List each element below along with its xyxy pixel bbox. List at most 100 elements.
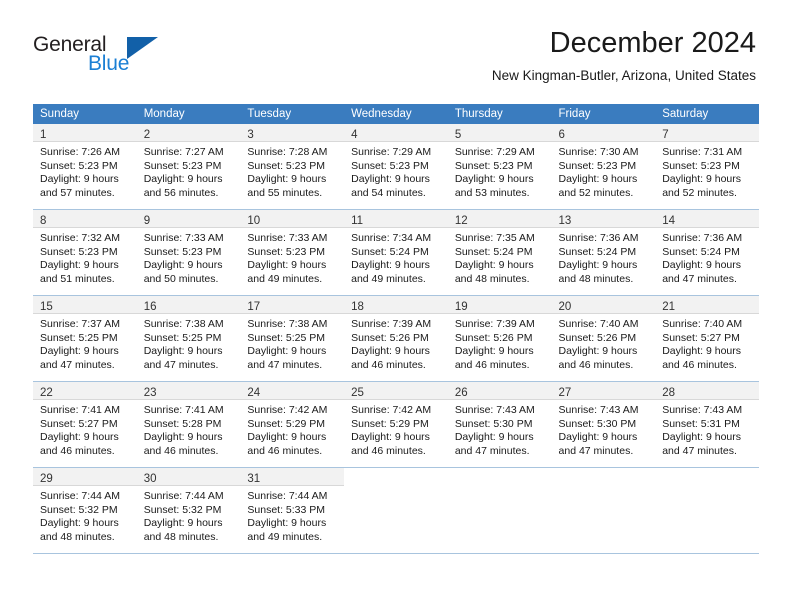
calendar-day-cell[interactable]: 26 Sunrise: 7:43 AM Sunset: 5:30 PM Dayligh… xyxy=(447,381,552,468)
daylight-text-line2: and 47 minutes. xyxy=(662,444,737,457)
day-number: 12 xyxy=(454,215,468,227)
sunset-text: Sunset: 5:23 PM xyxy=(40,159,118,172)
day-number: 30 xyxy=(143,473,157,485)
day-sun-info: Sunrise: 7:35 AM Sunset: 5:24 PM Daylight:… xyxy=(447,227,552,286)
sunset-text: Sunset: 5:23 PM xyxy=(247,159,326,172)
calendar-week-row: 15 Sunrise: 7:37 AM Sunset: 5:25 PM Dayligh… xyxy=(33,295,759,382)
calendar-day-cell[interactable]: 31 Sunrise: 7:44 AM Sunset: 5:33 PM Dayligh… xyxy=(240,467,345,554)
calendar-day-cell[interactable]: 30 Sunrise: 7:44 AM Sunset: 5:32 PM Dayligh… xyxy=(136,467,241,554)
day-number: 15 xyxy=(40,301,53,313)
day-sun-info: Sunrise: 7:36 AM Sunset: 5:24 PM Daylight:… xyxy=(551,227,656,286)
day-number: 24 xyxy=(247,387,261,399)
weekday-header-wednesday: Wednesday xyxy=(344,104,448,124)
calendar-day-cell[interactable]: 25 Sunrise: 7:42 AM Sunset: 5:29 PM Dayligh… xyxy=(344,381,448,468)
daylight-text-line1: Daylight: 9 hours xyxy=(351,173,430,186)
weekday-header-thursday: Thursday xyxy=(447,104,552,124)
calendar-day-cell[interactable]: 3 Sunrise: 7:28 AM Sunset: 5:23 PM Daylight… xyxy=(240,124,345,210)
day-number-row: 18 xyxy=(344,296,448,313)
daylight-text-line1: Daylight: 9 hours xyxy=(558,345,638,358)
day-number-row: 30 xyxy=(136,468,241,485)
calendar-day-cell[interactable]: 4 Sunrise: 7:29 AM Sunset: 5:23 PM Daylight… xyxy=(344,124,448,210)
weekday-header-sunday: Sunday xyxy=(33,104,137,124)
calendar-day-cell[interactable]: 15 Sunrise: 7:37 AM Sunset: 5:25 PM Dayligh… xyxy=(33,295,137,382)
calendar-day-cell[interactable]: 16 Sunrise: 7:38 AM Sunset: 5:25 PM Dayligh… xyxy=(136,295,241,382)
sunrise-text: Sunrise: 7:37 AM xyxy=(40,318,120,330)
daylight-text-line2: and 49 minutes. xyxy=(247,530,323,543)
calendar-day-cell[interactable]: 7 Sunrise: 7:31 AM Sunset: 5:23 PM Daylight… xyxy=(655,124,759,210)
calendar-day-cell[interactable]: 21 Sunrise: 7:40 AM Sunset: 5:27 PM Dayligh… xyxy=(655,295,759,382)
generalblue-logo[interactable]: General Blue xyxy=(33,33,253,79)
weekday-header-tuesday: Tuesday xyxy=(240,104,345,124)
daylight-text-line2: and 46 minutes. xyxy=(143,444,219,457)
calendar-day-cell[interactable]: 2 Sunrise: 7:27 AM Sunset: 5:23 PM Daylight… xyxy=(136,124,241,210)
sunset-text: Sunset: 5:30 PM xyxy=(454,417,533,430)
day-number: 22 xyxy=(40,387,53,399)
daylight-text-line2: and 48 minutes. xyxy=(454,272,530,285)
daylight-text-line1: Daylight: 9 hours xyxy=(247,517,327,530)
sunrise-text: Sunrise: 7:40 AM xyxy=(662,318,743,330)
calendar-day-cell[interactable]: 9 Sunrise: 7:33 AM Sunset: 5:23 PM Daylight… xyxy=(136,209,241,296)
calendar-day-cell[interactable]: 19 Sunrise: 7:39 AM Sunset: 5:26 PM Dayligh… xyxy=(447,295,552,382)
day-number: 4 xyxy=(351,129,358,141)
calendar-day-cell[interactable]: 27 Sunrise: 7:43 AM Sunset: 5:30 PM Dayligh… xyxy=(551,381,656,468)
calendar-day-cell[interactable]: 14 Sunrise: 7:36 AM Sunset: 5:24 PM Dayligh… xyxy=(655,209,759,296)
day-number: 16 xyxy=(143,301,157,313)
daylight-text-line1: Daylight: 9 hours xyxy=(247,431,327,444)
sunset-text: Sunset: 5:29 PM xyxy=(351,417,429,430)
calendar-day-cell[interactable]: 5 Sunrise: 7:29 AM Sunset: 5:23 PM Daylight… xyxy=(447,124,552,210)
day-cell-body: 30 Sunrise: 7:44 AM Sunset: 5:32 PM Dayligh… xyxy=(136,468,241,553)
calendar-day-cell[interactable]: 8 Sunrise: 7:32 AM Sunset: 5:23 PM Daylight… xyxy=(33,209,137,296)
day-number: 7 xyxy=(662,129,669,141)
daylight-text-line1: Daylight: 9 hours xyxy=(143,173,223,186)
day-sun-info: Sunrise: 7:38 AM Sunset: 5:25 PM Daylight:… xyxy=(240,313,345,372)
daylight-text-line1: Daylight: 9 hours xyxy=(143,517,223,530)
sunset-text: Sunset: 5:26 PM xyxy=(351,331,429,344)
day-number-row: 13 xyxy=(551,210,656,227)
sunset-text: Sunset: 5:29 PM xyxy=(247,417,326,430)
calendar-day-cell[interactable]: 18 Sunrise: 7:39 AM Sunset: 5:26 PM Dayligh… xyxy=(344,295,448,382)
calendar-day-cell[interactable]: 23 Sunrise: 7:41 AM Sunset: 5:28 PM Dayligh… xyxy=(136,381,241,468)
daylight-text-line2: and 51 minutes. xyxy=(40,272,115,285)
daylight-text-line1: Daylight: 9 hours xyxy=(40,345,119,358)
day-sun-info: Sunrise: 7:31 AM Sunset: 5:23 PM Daylight:… xyxy=(655,141,759,200)
day-number-row: 14 xyxy=(655,210,759,227)
day-number: 29 xyxy=(40,473,53,485)
calendar-day-cell[interactable]: 28 Sunrise: 7:43 AM Sunset: 5:31 PM Dayligh… xyxy=(655,381,759,468)
day-number: 20 xyxy=(558,301,572,313)
day-number-row: 9 xyxy=(136,210,241,227)
day-number: 5 xyxy=(454,129,462,141)
day-sun-info: Sunrise: 7:41 AM Sunset: 5:28 PM Daylight:… xyxy=(136,399,241,458)
day-number: 21 xyxy=(662,301,676,313)
location-subtitle: New Kingman-Butler, Arizona, United Stat… xyxy=(491,68,756,83)
sunrise-text: Sunrise: 7:38 AM xyxy=(247,318,328,330)
day-number-row: 12 xyxy=(447,210,552,227)
day-number: 13 xyxy=(558,215,572,227)
calendar-day-cell[interactable]: 6 Sunrise: 7:30 AM Sunset: 5:23 PM Daylight… xyxy=(551,124,656,210)
sunrise-text: Sunrise: 7:26 AM xyxy=(40,146,120,158)
sunset-text: Sunset: 5:23 PM xyxy=(558,159,637,172)
day-number-row: 3 xyxy=(240,124,345,141)
daylight-text-line1: Daylight: 9 hours xyxy=(662,345,742,358)
calendar-day-cell[interactable]: 1 Sunrise: 7:26 AM Sunset: 5:23 PM Daylight… xyxy=(33,124,137,210)
day-number: 3 xyxy=(247,129,254,141)
day-sun-info: Sunrise: 7:43 AM Sunset: 5:30 PM Daylight:… xyxy=(447,399,552,458)
calendar-day-cell[interactable]: 22 Sunrise: 7:41 AM Sunset: 5:27 PM Dayligh… xyxy=(33,381,137,468)
calendar-day-cell[interactable]: 20 Sunrise: 7:40 AM Sunset: 5:26 PM Dayligh… xyxy=(551,295,656,382)
day-number: 27 xyxy=(558,387,572,399)
sunrise-text: Sunrise: 7:33 AM xyxy=(143,232,224,244)
calendar-day-cell[interactable]: 12 Sunrise: 7:35 AM Sunset: 5:24 PM Dayligh… xyxy=(447,209,552,296)
calendar-day-cell[interactable]: 10 Sunrise: 7:33 AM Sunset: 5:23 PM Dayligh… xyxy=(240,209,345,296)
calendar-day-cell[interactable]: 24 Sunrise: 7:42 AM Sunset: 5:29 PM Dayligh… xyxy=(240,381,345,468)
calendar-day-cell[interactable]: 17 Sunrise: 7:38 AM Sunset: 5:25 PM Dayligh… xyxy=(240,295,345,382)
calendar-day-cell[interactable]: 13 Sunrise: 7:36 AM Sunset: 5:24 PM Dayligh… xyxy=(551,209,656,296)
sunset-text: Sunset: 5:23 PM xyxy=(143,245,222,258)
day-cell-body xyxy=(344,468,448,553)
sunrise-text: Sunrise: 7:31 AM xyxy=(662,146,743,158)
calendar-day-cell[interactable]: 11 Sunrise: 7:34 AM Sunset: 5:24 PM Dayligh… xyxy=(344,209,448,296)
day-cell-body: 1 Sunrise: 7:26 AM Sunset: 5:23 PM Daylight… xyxy=(33,124,137,209)
sunrise-text: Sunrise: 7:33 AM xyxy=(247,232,328,244)
calendar-day-cell[interactable]: 29 Sunrise: 7:44 AM Sunset: 5:32 PM Dayligh… xyxy=(33,467,137,554)
day-number: 18 xyxy=(351,301,364,313)
day-number: 25 xyxy=(351,387,364,399)
day-sun-info: Sunrise: 7:28 AM Sunset: 5:23 PM Daylight:… xyxy=(240,141,345,200)
